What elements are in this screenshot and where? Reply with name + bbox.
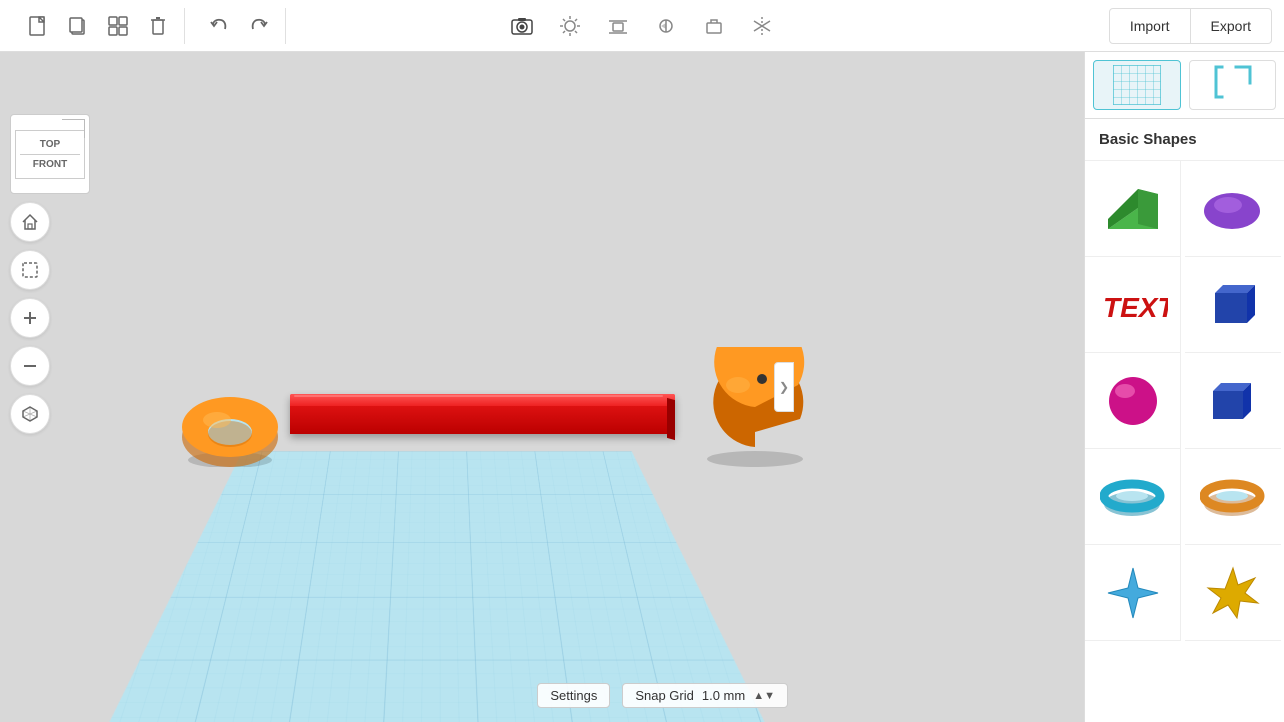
history-tools — [193, 8, 286, 44]
file-tools — [12, 8, 185, 44]
shape-orange-torus[interactable] — [1185, 449, 1281, 545]
fit-view-button[interactable] — [10, 250, 50, 290]
shapes-panel-header: Basic Shapes — [1085, 119, 1284, 161]
shape-blue-box2[interactable] — [1185, 353, 1281, 449]
redo-button[interactable] — [241, 8, 277, 44]
panel-collapse-handle[interactable]: ❯ — [774, 362, 794, 412]
svg-text:TEXT: TEXT — [1103, 292, 1168, 323]
3d-view-button[interactable] — [10, 394, 50, 434]
grid-tab[interactable] — [1093, 60, 1181, 110]
group-button[interactable] — [100, 8, 136, 44]
zoom-in-button[interactable] — [10, 298, 50, 338]
chevron-icon: ❯ — [779, 380, 789, 394]
flip-button[interactable] — [648, 8, 684, 44]
duplicate-button[interactable] — [60, 8, 96, 44]
panel-tabs — [1085, 52, 1284, 119]
import-button[interactable]: Import — [1109, 8, 1191, 44]
shape-purple-ellipse[interactable] — [1185, 161, 1281, 257]
delete-button[interactable] — [140, 8, 176, 44]
shape-green-wedge[interactable] — [1085, 161, 1181, 257]
align-button[interactable] — [600, 8, 636, 44]
canvas-area[interactable]: TOP FRONT — [0, 52, 1084, 722]
shapes-title: Basic Shapes — [1099, 131, 1197, 148]
bracket-tab-icon — [1212, 63, 1252, 108]
group-transform-button[interactable] — [696, 8, 732, 44]
snap-value: 1.0 mm — [702, 688, 745, 703]
red-bar-object[interactable] — [290, 394, 675, 434]
snap-grid-label: Snap Grid — [635, 688, 694, 703]
status-bar: Settings Snap Grid 1.0 mm ▲▼ — [537, 683, 788, 708]
shape-text-3d[interactable]: TEXT — [1085, 257, 1181, 353]
export-button[interactable]: Export — [1191, 8, 1272, 44]
shape-star-yellow[interactable] — [1185, 545, 1281, 641]
view-cube-front: FRONT — [20, 155, 80, 174]
new-button[interactable] — [20, 8, 56, 44]
light-button[interactable] — [552, 8, 588, 44]
snap-grid-info: Snap Grid 1.0 mm ▲▼ — [622, 683, 788, 708]
bracket-tab[interactable] — [1189, 60, 1277, 110]
zoom-out-button[interactable] — [10, 346, 50, 386]
snap-arrows[interactable]: ▲▼ — [753, 690, 775, 702]
orange-torus-object[interactable] — [175, 382, 285, 467]
shape-teal-torus[interactable] — [1085, 449, 1181, 545]
action-buttons: Import Export — [1109, 8, 1272, 44]
left-panel: TOP FRONT — [10, 114, 90, 434]
home-button[interactable] — [10, 202, 50, 242]
canvas-objects — [0, 52, 1084, 722]
view-tools — [504, 8, 780, 44]
shape-blue-box[interactable] — [1185, 257, 1281, 353]
main-area: TOP FRONT — [0, 52, 1284, 722]
view-cube[interactable]: TOP FRONT — [10, 114, 90, 194]
shape-star-blue[interactable] — [1085, 545, 1181, 641]
shapes-grid: TEXT — [1085, 161, 1284, 641]
grid-tab-icon — [1113, 65, 1161, 105]
settings-button[interactable]: Settings — [537, 683, 610, 708]
toolbar: Import Export — [0, 0, 1284, 52]
camera-view-button[interactable] — [504, 8, 540, 44]
view-cube-top: TOP — [20, 135, 80, 155]
right-panel: Basic Shapes T — [1084, 52, 1284, 722]
undo-button[interactable] — [201, 8, 237, 44]
shape-pink-sphere[interactable] — [1085, 353, 1181, 449]
mirror-button[interactable] — [744, 8, 780, 44]
